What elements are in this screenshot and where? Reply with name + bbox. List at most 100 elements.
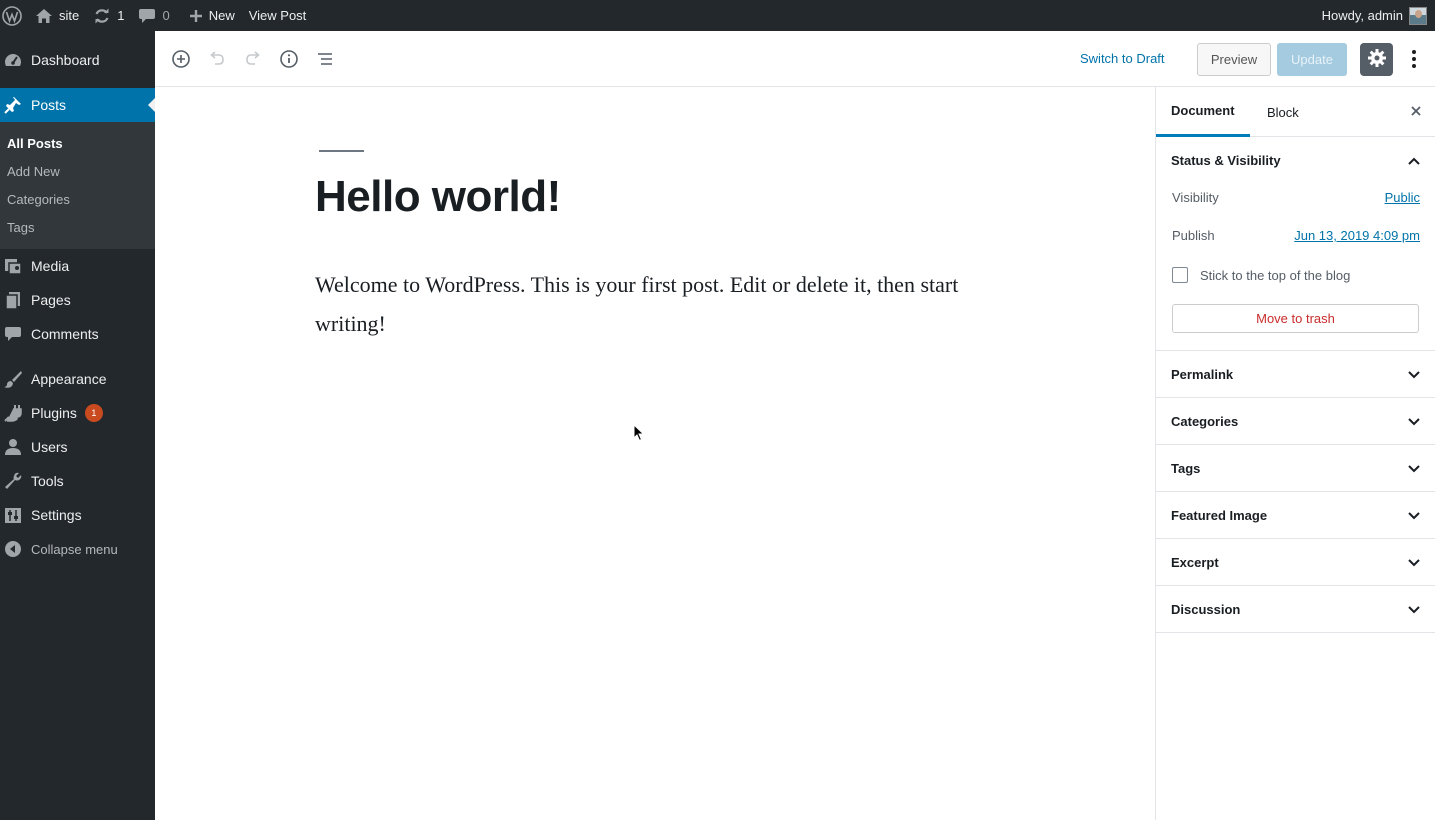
menu-settings[interactable]: Settings <box>0 498 155 532</box>
avatar[interactable] <box>1409 6 1427 25</box>
settings-sliders-icon <box>3 505 23 525</box>
sidebar-tabs: Document Block <box>1156 87 1435 137</box>
submenu-categories[interactable]: Categories <box>7 192 70 207</box>
collapse-menu-label: Collapse menu <box>31 541 118 557</box>
menu-settings-label: Settings <box>31 507 82 523</box>
categories-heading[interactable]: Categories <box>1171 414 1238 429</box>
tags-heading[interactable]: Tags <box>1171 461 1200 476</box>
tab-block[interactable]: Block <box>1252 87 1314 137</box>
menu-appearance-label: Appearance <box>31 371 107 387</box>
new-content-link[interactable]: New <box>177 0 242 31</box>
mouse-cursor-icon <box>633 423 645 445</box>
menu-pages-label: Pages <box>31 292 71 308</box>
more-options-icon[interactable] <box>1403 48 1425 70</box>
paintbrush-icon <box>3 369 23 389</box>
submenu-add-new[interactable]: Add New <box>7 164 60 179</box>
menu-users-label: Users <box>31 439 68 455</box>
switch-to-draft-button[interactable]: Switch to Draft <box>1080 51 1165 66</box>
menu-plugins[interactable]: Plugins 1 <box>0 396 155 430</box>
tab-document[interactable]: Document <box>1156 87 1250 137</box>
close-icon[interactable] <box>1410 105 1422 120</box>
excerpt-heading[interactable]: Excerpt <box>1171 555 1219 570</box>
preview-button[interactable]: Preview <box>1197 43 1271 76</box>
divider <box>1156 491 1435 492</box>
plugin-icon <box>3 403 23 423</box>
submenu-tags[interactable]: Tags <box>7 220 34 235</box>
admin-sidebar: Dashboard Posts All Posts Add New Catego… <box>0 31 155 820</box>
add-block-icon[interactable] <box>170 48 192 70</box>
collapse-arrow-icon <box>3 539 23 559</box>
sticky-checkbox[interactable] <box>1172 267 1188 283</box>
collapse-menu-button[interactable]: Collapse menu <box>0 532 155 566</box>
featured-image-heading[interactable]: Featured Image <box>1171 508 1267 523</box>
chevron-down-icon[interactable] <box>1407 509 1421 524</box>
refresh-icon <box>93 7 111 25</box>
menu-comments-label: Comments <box>31 326 99 342</box>
site-name: site <box>59 8 80 23</box>
status-visibility-heading[interactable]: Status & Visibility <box>1171 153 1281 168</box>
media-icon <box>3 256 23 276</box>
menu-plugins-label: Plugins <box>31 405 77 421</box>
undo-icon[interactable] <box>206 48 228 70</box>
comments-link[interactable]: 0 <box>131 0 176 31</box>
updates-count: 1 <box>117 8 125 23</box>
info-icon[interactable] <box>278 48 300 70</box>
chevron-up-icon[interactable] <box>1407 154 1421 169</box>
updates-link[interactable]: 1 <box>86 0 131 31</box>
move-to-trash-button[interactable]: Move to trash <box>1172 304 1419 333</box>
menu-media[interactable]: Media <box>0 249 155 283</box>
discussion-heading[interactable]: Discussion <box>1171 602 1240 617</box>
new-label: New <box>208 8 235 23</box>
divider <box>1156 632 1435 633</box>
menu-users[interactable]: Users <box>0 430 155 464</box>
divider <box>1156 444 1435 445</box>
post-title[interactable]: Hello world! <box>315 172 561 222</box>
wordpress-logo-icon[interactable] <box>0 0 28 31</box>
block-navigation-icon[interactable] <box>314 48 336 70</box>
divider <box>1156 397 1435 398</box>
greeting[interactable]: Howdy, admin <box>1322 0 1403 31</box>
chevron-down-icon[interactable] <box>1407 415 1421 430</box>
menu-dashboard-label: Dashboard <box>31 52 100 68</box>
chevron-down-icon[interactable] <box>1407 368 1421 383</box>
comment-bubble-icon <box>138 8 156 24</box>
menu-posts[interactable]: Posts <box>0 88 155 122</box>
plus-icon <box>189 9 203 23</box>
update-button[interactable]: Update <box>1277 43 1347 76</box>
visibility-label: Visibility <box>1172 190 1219 205</box>
redo-icon[interactable] <box>242 48 264 70</box>
menu-pages[interactable]: Pages <box>0 283 155 317</box>
editor-toolbar: Switch to Draft Preview Update <box>155 31 1435 87</box>
chevron-down-icon[interactable] <box>1407 603 1421 618</box>
settings-gear-button[interactable] <box>1360 43 1393 76</box>
paragraph-block[interactable]: Welcome to WordPress. This is your first… <box>315 265 1005 343</box>
view-post-link[interactable]: View Post <box>242 0 314 31</box>
chevron-down-icon[interactable] <box>1407 556 1421 571</box>
menu-appearance[interactable]: Appearance <box>0 362 155 396</box>
menu-media-label: Media <box>31 258 70 274</box>
posts-submenu: All Posts Add New Categories Tags <box>0 122 155 249</box>
publish-date-toggle[interactable]: Jun 13, 2019 4:09 pm <box>1294 228 1420 243</box>
site-menu-link[interactable]: site <box>28 0 86 31</box>
dashboard-gauge-icon <box>3 50 23 70</box>
visibility-toggle[interactable]: Public <box>1385 190 1420 205</box>
comments-icon <box>3 324 23 344</box>
menu-comments[interactable]: Comments <box>0 317 155 351</box>
sticky-label[interactable]: Stick to the top of the blog <box>1200 268 1350 283</box>
plugins-update-badge: 1 <box>84 404 103 422</box>
editor-canvas: Hello world! Welcome to WordPress. This … <box>155 87 1155 820</box>
chevron-down-icon[interactable] <box>1407 462 1421 477</box>
menu-dashboard[interactable]: Dashboard <box>0 43 155 77</box>
admin-bar: site 1 0 New View Post Howdy, admin <box>0 0 1435 31</box>
publish-label: Publish <box>1172 228 1215 243</box>
permalink-heading[interactable]: Permalink <box>1171 367 1233 382</box>
menu-tools[interactable]: Tools <box>0 464 155 498</box>
divider <box>1156 538 1435 539</box>
divider <box>1156 585 1435 586</box>
gear-icon <box>1367 48 1387 71</box>
settings-sidebar: Document Block Status & Visibility Visib… <box>1155 87 1435 820</box>
title-separator <box>319 150 364 152</box>
submenu-all-posts[interactable]: All Posts <box>7 136 63 151</box>
wrench-icon <box>3 471 23 491</box>
divider <box>1156 350 1435 351</box>
